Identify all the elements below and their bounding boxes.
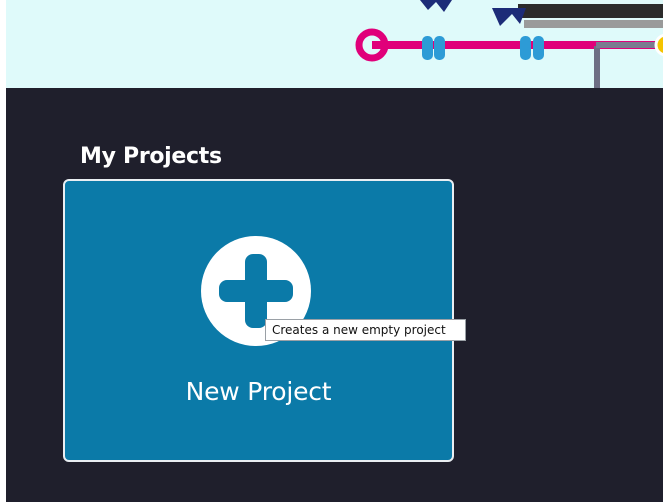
new-project-tooltip: Creates a new empty project	[265, 319, 466, 341]
new-project-label: New Project	[185, 377, 332, 406]
banner-rail-dark	[518, 4, 663, 18]
banner-illustration	[355, 0, 663, 88]
section-title: My Projects	[80, 144, 222, 169]
banner-rail-gray	[524, 20, 663, 28]
blue-foot-right	[520, 36, 531, 60]
projects-panel: My Projects New Project Creates a new em…	[6, 88, 663, 502]
gray-rail	[596, 42, 663, 48]
gray-post	[594, 46, 600, 88]
header-banner	[6, 0, 663, 88]
yellow-node	[654, 33, 663, 57]
screenshot-frame: My Projects New Project Creates a new em…	[0, 0, 663, 502]
monster-fur-left	[420, 0, 452, 12]
monster-fur-right	[492, 8, 526, 26]
blue-foot-left	[422, 36, 433, 60]
